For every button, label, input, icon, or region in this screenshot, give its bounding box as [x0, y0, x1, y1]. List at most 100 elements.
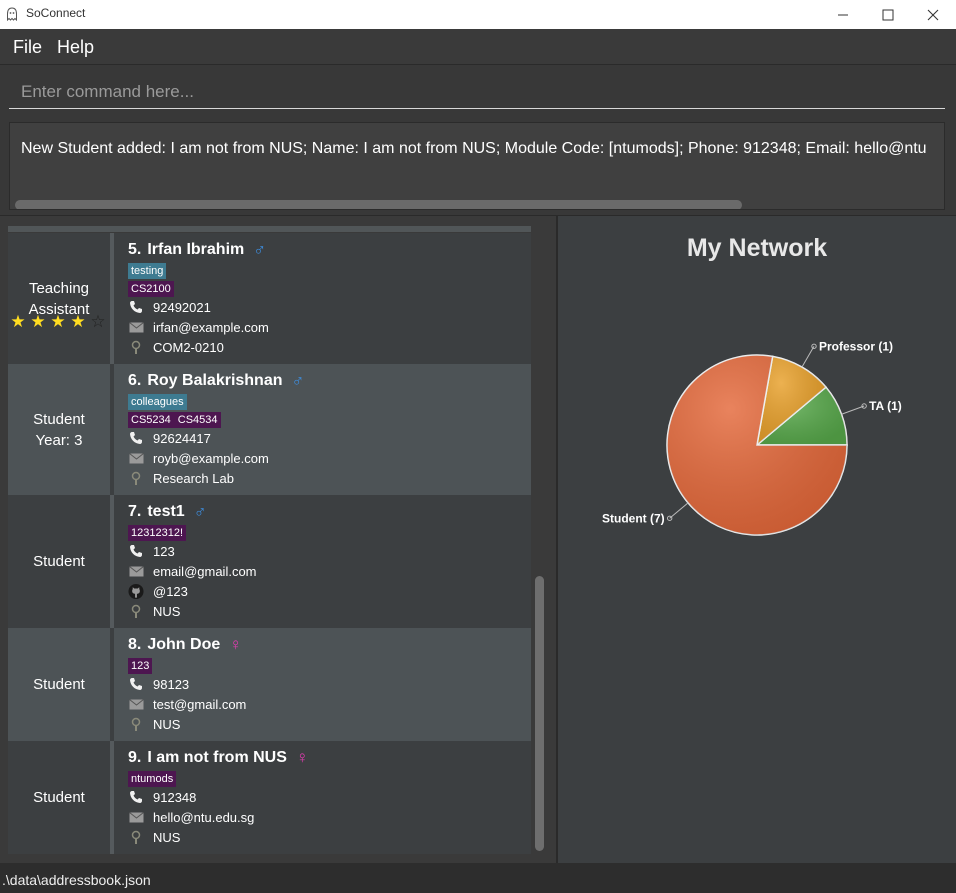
pie-label-line — [841, 405, 865, 415]
person-card[interactable]: Teaching Assistant ★ ★ ★ ★ ☆ 5. Irfan Ib… — [8, 233, 531, 364]
data-file-path: .\data\addressbook.json — [2, 872, 151, 888]
command-input[interactable] — [9, 75, 945, 109]
person-phone: 912348 — [153, 789, 197, 805]
github-icon — [128, 583, 144, 599]
menu-bar: File Help — [0, 29, 956, 65]
person-details: 9. I am not from NUS ♀ ntumods 912348 he… — [128, 747, 531, 847]
role-line: Student — [33, 676, 85, 693]
person-office: NUS — [153, 716, 181, 732]
female-gender-icon: ♀ — [229, 635, 242, 654]
email-icon — [128, 809, 144, 825]
person-phone: 92492021 — [153, 299, 211, 315]
person-card[interactable]: Student 9. I am not from NUS ♀ ntumods 9… — [8, 741, 531, 854]
female-gender-icon: ♀ — [295, 748, 309, 767]
close-icon — [927, 9, 939, 20]
pie-label: TA (1) — [869, 399, 902, 413]
person-role: Student — [8, 495, 110, 628]
card-separator — [110, 741, 114, 854]
role-line: Student — [33, 789, 85, 806]
person-index: 5. — [128, 241, 142, 258]
card-separator — [110, 233, 114, 364]
role-line: Student — [33, 410, 85, 428]
chart-title: My Network — [686, 234, 828, 262]
maximize-button[interactable] — [865, 0, 911, 29]
role-line: Student — [33, 553, 85, 570]
title-bar: SoConnect — [0, 0, 956, 29]
card-separator — [110, 628, 114, 741]
location-icon — [128, 716, 144, 732]
male-gender-icon: ♂ — [253, 240, 266, 259]
person-office: Research Lab — [153, 470, 234, 486]
result-display[interactable]: New Student added: I am not from NUS; Na… — [9, 122, 945, 210]
status-bar: .\data\addressbook.json — [0, 863, 956, 893]
email-icon — [128, 450, 144, 466]
person-role: Teaching Assistant — [8, 233, 110, 364]
person-name: Irfan Ibrahim — [147, 241, 245, 258]
person-phone: 123 — [153, 543, 175, 559]
close-button[interactable] — [910, 0, 956, 29]
module-tag: 123 — [128, 658, 153, 674]
location-icon — [128, 829, 144, 845]
person-role: Student Year: 3 — [8, 364, 110, 495]
person-role: Student — [8, 741, 110, 854]
person-email: hello@ntu.edu.sg — [153, 809, 255, 825]
phone-icon — [128, 676, 144, 692]
pie-label-line — [801, 346, 815, 368]
menu-file[interactable]: File — [13, 37, 42, 58]
person-office: NUS — [153, 603, 181, 619]
star-filled-icon: ★ — [30, 312, 46, 331]
card-separator — [110, 364, 114, 495]
star-filled-icon: ★ — [70, 312, 86, 331]
person-index: 6. — [128, 372, 142, 389]
person-card[interactable]: Student 8. John Doe ♀ 123 98123 test@gma… — [8, 628, 531, 741]
email-icon — [128, 319, 144, 335]
person-details: 7. test1 ♂ 12312312! 123 email@gmail.com… — [128, 501, 531, 621]
male-gender-icon: ♂ — [193, 502, 207, 521]
person-name: I am not from NUS — [147, 749, 287, 766]
result-display-area: New Student added: I am not from NUS; Na… — [0, 116, 956, 216]
result-text: New Student added: I am not from NUS; Na… — [21, 140, 927, 157]
person-list-scrollbar[interactable] — [535, 576, 544, 851]
person-email: irfan@example.com — [153, 319, 269, 335]
window-title: SoConnect — [26, 6, 86, 20]
email-icon — [128, 563, 144, 579]
menu-help[interactable]: Help — [57, 37, 94, 58]
person-office: NUS — [153, 829, 181, 845]
person-email: test@gmail.com — [153, 696, 247, 712]
result-horizontal-scrollbar[interactable] — [15, 200, 742, 209]
location-icon — [128, 339, 144, 355]
minimize-button[interactable] — [820, 0, 866, 29]
network-pie-chart: TA (1) Professor (1) Student (7) — [602, 339, 902, 536]
module-tag: CS4534 — [174, 412, 221, 428]
tag: testing — [128, 263, 167, 279]
rating-stars: ★ ★ ★ ★ ☆ — [8, 312, 108, 332]
location-icon — [128, 603, 144, 619]
person-phone: 98123 — [153, 676, 190, 692]
person-role: Student — [8, 628, 110, 741]
person-email: royb@example.com — [153, 450, 269, 466]
person-github: @123 — [153, 583, 188, 599]
person-phone: 92624417 — [153, 430, 211, 446]
person-card[interactable]: Student Year: 3 6. Roy Balakrishnan ♂ co… — [8, 364, 531, 495]
phone-icon — [128, 299, 144, 315]
person-email: email@gmail.com — [153, 563, 257, 579]
star-filled-icon: ★ — [50, 312, 66, 331]
person-office: COM2-0210 — [153, 339, 224, 355]
previous-card-edge — [8, 226, 531, 232]
phone-icon — [128, 789, 144, 805]
person-index: 8. — [128, 636, 142, 653]
location-icon — [128, 470, 144, 486]
module-tag: CS2100 — [128, 281, 174, 297]
phone-icon — [128, 430, 144, 446]
role-line: Year: 3 — [35, 431, 83, 449]
star-empty-icon: ☆ — [90, 312, 106, 331]
command-box — [0, 65, 956, 116]
card-separator — [110, 495, 114, 628]
person-card[interactable]: Student 7. test1 ♂ 12312312! 123 email@g… — [8, 495, 531, 628]
person-name: test1 — [147, 503, 185, 520]
person-name: John Doe — [147, 636, 221, 653]
person-details: 8. John Doe ♀ 123 98123 test@gmail.com N… — [128, 634, 531, 734]
tag: colleagues — [128, 394, 187, 410]
module-tag: CS5234 — [128, 412, 175, 428]
star-filled-icon: ★ — [10, 312, 26, 331]
